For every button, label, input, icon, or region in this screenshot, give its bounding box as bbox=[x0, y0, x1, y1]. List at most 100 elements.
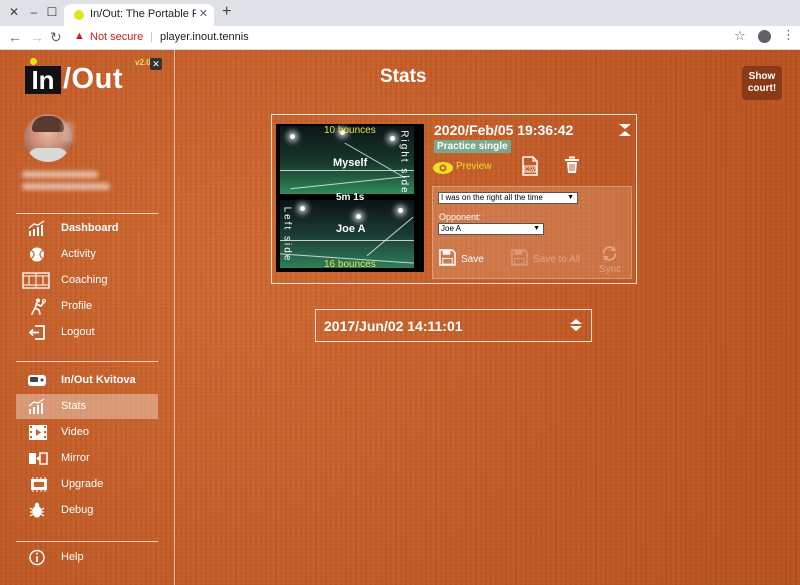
save-label: Save bbox=[461, 254, 484, 265]
side-select-value: I was on the right all the time bbox=[441, 193, 543, 202]
mirror-icon bbox=[29, 452, 48, 465]
sidebar-item-help[interactable]: Help bbox=[16, 545, 158, 570]
floodlight bbox=[300, 206, 305, 211]
opponent-label: Opponent: bbox=[439, 212, 482, 222]
svg-text:CSV: CSV bbox=[525, 167, 536, 173]
back-icon[interactable]: ← bbox=[8, 29, 22, 45]
session-card: 10 bounces Myself Right side 5m 1s Left … bbox=[271, 114, 637, 284]
opponent-select-value: Joe A bbox=[441, 224, 462, 233]
save-to-all-label: Save to All bbox=[533, 254, 581, 265]
reload-icon[interactable]: ↻ bbox=[50, 29, 62, 46]
session-datetime: 2017/Jun/02 14:11:01 bbox=[324, 318, 463, 334]
sync-icon bbox=[602, 245, 617, 262]
window-close-icon[interactable]: ✕ bbox=[6, 4, 22, 20]
top-player-name: Myself bbox=[333, 157, 368, 169]
sidebar-item-label: In/Out Kvitova bbox=[61, 374, 136, 386]
sidebar-item-device[interactable]: In/Out Kvitova bbox=[16, 368, 158, 393]
session-card-collapsed[interactable]: 2017/Jun/02 14:11:01 bbox=[315, 309, 592, 342]
sidebar-item-profile[interactable]: Profile bbox=[16, 294, 158, 319]
inout-logo[interactable]: In /Out bbox=[25, 58, 133, 98]
browser-tab-bar: ✕ – ☐ In/Out: The Portable Rea ✕ + bbox=[0, 0, 800, 26]
sidebar-item-debug[interactable]: Debug bbox=[16, 498, 158, 523]
chip-icon bbox=[31, 477, 47, 492]
sidebar-item-stats[interactable]: Stats bbox=[16, 394, 158, 419]
show-court-button[interactable]: Show court! bbox=[742, 66, 782, 100]
floppy-icon bbox=[439, 249, 456, 266]
tab-title: In/Out: The Portable Rea bbox=[90, 8, 196, 20]
sidebar-item-label: Activity bbox=[61, 248, 96, 260]
dropdown-arrow-icon: ▼ bbox=[533, 225, 540, 232]
court-line bbox=[366, 216, 414, 257]
sidebar-item-upgrade[interactable]: Upgrade bbox=[16, 472, 158, 497]
window-maximize-icon[interactable]: ☐ bbox=[44, 4, 60, 20]
window-minimize-icon[interactable]: – bbox=[26, 4, 42, 20]
right-side-label: Right side bbox=[398, 130, 410, 195]
expand-icon[interactable] bbox=[569, 318, 583, 332]
session-settings-panel: I was on the right all the time ▼ Oppone… bbox=[432, 186, 632, 279]
court-line bbox=[290, 175, 410, 190]
sidebar-item-logout[interactable]: Logout bbox=[16, 320, 158, 345]
tennis-ball-icon bbox=[30, 247, 44, 262]
session-thumbnail[interactable]: 10 bounces Myself Right side 5m 1s Left … bbox=[276, 124, 424, 272]
sidebar-divider bbox=[16, 361, 158, 362]
session-datetime: 2020/Feb/05 19:36:42 bbox=[434, 122, 574, 138]
avatar-hair bbox=[32, 116, 64, 132]
opponent-select[interactable]: Joe A ▼ bbox=[438, 223, 544, 235]
sidebar-divider bbox=[16, 541, 158, 542]
user-name bbox=[22, 171, 98, 178]
bookmark-star-icon[interactable]: ☆ bbox=[734, 28, 746, 44]
sidebar-item-video[interactable]: Video bbox=[16, 420, 158, 445]
new-tab-icon[interactable]: + bbox=[222, 3, 231, 21]
device-icon bbox=[28, 375, 46, 386]
sync-button[interactable]: Sync bbox=[597, 245, 627, 275]
court-line bbox=[280, 240, 414, 241]
floppy-icon bbox=[511, 249, 528, 266]
app-surface: In /Out v2.0 ✕ Dashboard Activity Coachi… bbox=[0, 50, 800, 585]
sidebar-item-mirror[interactable]: Mirror bbox=[16, 446, 158, 471]
top-bounce-count: 10 bounces bbox=[324, 125, 376, 136]
sidebar-item-label: Mirror bbox=[61, 452, 90, 464]
browser-menu-icon[interactable]: ⋮ bbox=[782, 27, 795, 43]
sidebar-item-label: Debug bbox=[61, 504, 94, 516]
floodlight bbox=[390, 136, 395, 141]
sidebar-item-coaching[interactable]: Coaching bbox=[16, 268, 158, 293]
trash-icon[interactable] bbox=[564, 156, 580, 174]
not-secure-label: Not secure bbox=[90, 31, 144, 43]
left-side-label: Left side bbox=[281, 206, 293, 263]
player-icon bbox=[31, 298, 46, 315]
floodlight bbox=[398, 208, 403, 213]
user-email bbox=[22, 183, 110, 190]
film-icon bbox=[29, 425, 47, 440]
sync-label: Sync bbox=[599, 264, 622, 275]
logout-icon bbox=[28, 325, 45, 340]
sidebar-item-label: Dashboard bbox=[61, 222, 119, 234]
address-bar[interactable]: ▲ Not secure | player.inout.tennis bbox=[72, 28, 752, 48]
sidebar: In /Out v2.0 ✕ Dashboard Activity Coachi… bbox=[0, 50, 175, 585]
session-duration: 5m 1s bbox=[336, 192, 365, 203]
sidebar-item-dashboard[interactable]: Dashboard bbox=[16, 216, 158, 241]
court-icon bbox=[22, 272, 50, 289]
bottom-player-name: Joe A bbox=[336, 223, 366, 235]
account-icon[interactable] bbox=[758, 30, 771, 43]
close-sidebar-icon[interactable]: ✕ bbox=[150, 58, 162, 70]
omnibox-separator: | bbox=[150, 31, 153, 43]
bottom-bounce-count: 16 bounces bbox=[324, 259, 376, 270]
url-text: player.inout.tennis bbox=[160, 31, 249, 43]
collapse-icon[interactable] bbox=[618, 123, 632, 137]
save-button[interactable]: Save bbox=[439, 247, 489, 269]
csv-export-icon[interactable]: CSV bbox=[520, 156, 540, 176]
save-to-all-button[interactable]: Save to All bbox=[511, 247, 581, 269]
browser-tab[interactable]: In/Out: The Portable Rea ✕ bbox=[64, 4, 214, 26]
page-title: Stats bbox=[380, 66, 427, 87]
avatar-shirt bbox=[28, 148, 68, 162]
sidebar-item-activity[interactable]: Activity bbox=[16, 242, 158, 267]
bug-icon bbox=[29, 502, 45, 518]
sidebar-item-label: Logout bbox=[61, 326, 95, 338]
logo-ball-icon bbox=[30, 58, 37, 65]
side-select[interactable]: I was on the right all the time ▼ bbox=[438, 192, 578, 204]
forward-icon[interactable]: → bbox=[30, 29, 44, 45]
floodlight bbox=[356, 214, 361, 219]
sidebar-item-label: Upgrade bbox=[61, 478, 104, 490]
preview-label: Preview bbox=[456, 161, 492, 172]
tab-close-icon[interactable]: ✕ bbox=[199, 7, 208, 20]
